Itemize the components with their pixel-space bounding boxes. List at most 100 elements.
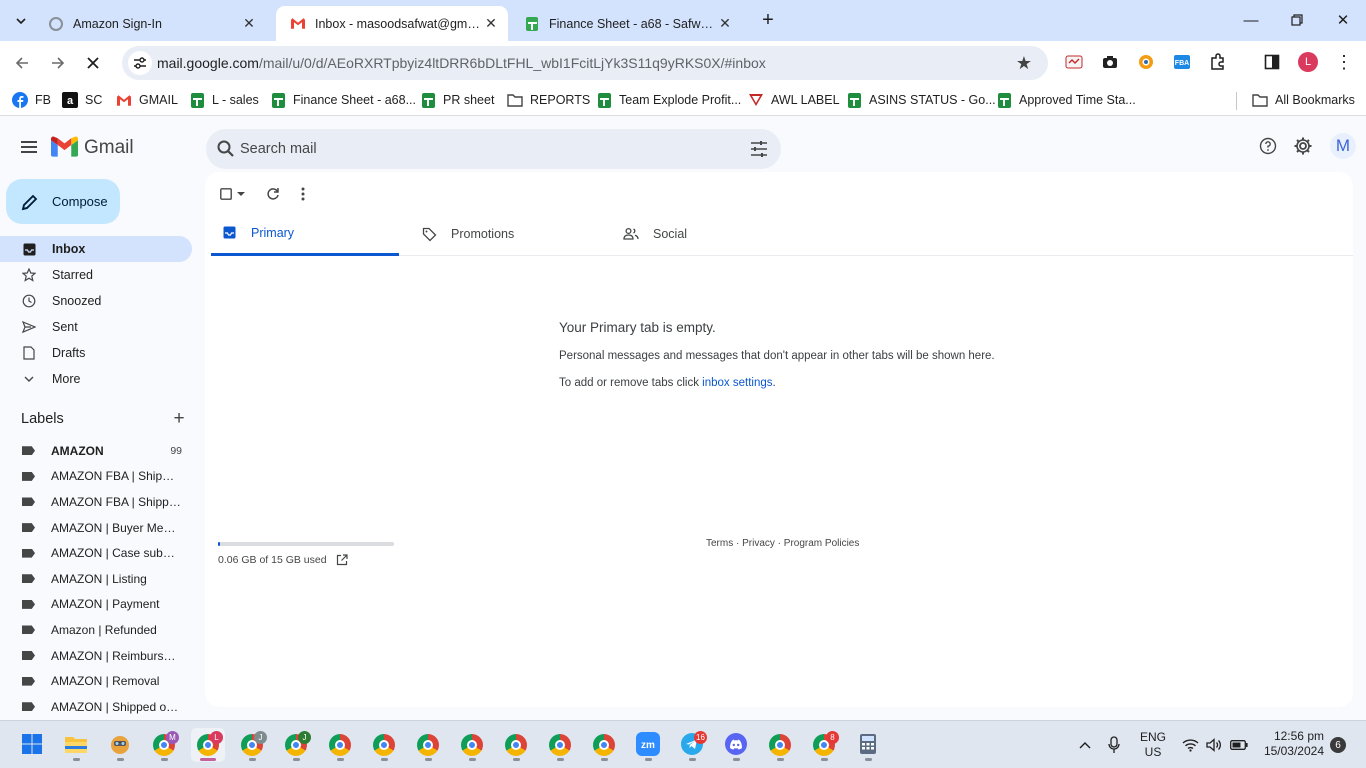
taskbar-app-chrome[interactable] bbox=[763, 728, 797, 762]
taskbar-app-chrome[interactable]: J bbox=[279, 728, 313, 762]
taskbar-app-chrome[interactable]: M bbox=[147, 728, 181, 762]
taskbar-app-start[interactable] bbox=[15, 728, 49, 762]
site-info-button[interactable] bbox=[128, 51, 152, 75]
bookmark-approved-time[interactable]: Approved Time Sta... bbox=[996, 91, 1136, 109]
bookmark-reports[interactable]: REPORTS bbox=[507, 91, 590, 109]
search-options-icon[interactable] bbox=[749, 139, 769, 159]
search-icon[interactable] bbox=[216, 139, 236, 159]
add-label-button[interactable]: + bbox=[170, 409, 188, 428]
volume-icon[interactable] bbox=[1206, 721, 1223, 768]
search-bar[interactable] bbox=[206, 129, 781, 169]
search-input[interactable] bbox=[240, 138, 720, 160]
more-vert-icon[interactable] bbox=[301, 184, 305, 204]
bookmark-sc[interactable]: a SC bbox=[62, 91, 102, 109]
taskbar-app-file-explorer[interactable] bbox=[59, 728, 93, 762]
taskbar-app-chrome[interactable] bbox=[367, 728, 401, 762]
fba-extension-icon[interactable]: FBA bbox=[1172, 52, 1192, 72]
close-icon[interactable]: ✕ bbox=[482, 15, 500, 33]
new-tab-button[interactable]: + bbox=[757, 9, 779, 31]
taskbar-app-chrome[interactable]: L bbox=[191, 728, 225, 762]
wifi-icon[interactable] bbox=[1182, 721, 1199, 768]
bookmark-finance-sheet[interactable]: Finance Sheet - a68... bbox=[270, 91, 416, 109]
bookmark-gmail[interactable]: GMAIL bbox=[116, 91, 178, 109]
sidebar-item-more[interactable]: More bbox=[0, 366, 192, 392]
profile-avatar[interactable]: L bbox=[1298, 52, 1318, 72]
select-all-checkbox[interactable] bbox=[220, 184, 245, 204]
address-bar[interactable]: mail.google.com/mail/u/0/d/AEoRXRTpbyiz4… bbox=[122, 46, 1048, 80]
label-item[interactable]: AMAZON FBA | Shipped ... bbox=[0, 489, 192, 515]
sidebar-item-inbox[interactable]: Inbox bbox=[0, 236, 192, 262]
browser-tab-inbox[interactable]: Inbox - masoodsafwat@gmail.com ✕ bbox=[276, 6, 508, 41]
more-vert-icon[interactable]: ⋮ bbox=[1334, 51, 1354, 73]
label-item[interactable]: AMAZON | Reimbursem... bbox=[0, 643, 192, 669]
compose-button[interactable]: Compose bbox=[6, 179, 120, 224]
label-item[interactable]: AMAZON | Shipped order bbox=[0, 694, 192, 720]
label-amazon[interactable]: AMAZON 99 bbox=[0, 438, 192, 464]
settings-gear-icon[interactable] bbox=[1292, 135, 1314, 157]
bookmark-fb[interactable]: FB bbox=[12, 91, 51, 109]
puzzle-extensions-icon[interactable] bbox=[1208, 52, 1228, 72]
tab-promotions[interactable]: Promotions bbox=[411, 212, 599, 256]
browser-tab-finance[interactable]: Finance Sheet - a68 - Safwat (Safwat) ✕ bbox=[510, 6, 742, 41]
sidebar-item-drafts[interactable]: Drafts bbox=[0, 340, 192, 366]
side-panel-icon[interactable] bbox=[1262, 52, 1282, 72]
caret-down-icon[interactable] bbox=[237, 191, 245, 197]
camera-extension-icon[interactable] bbox=[1100, 52, 1120, 72]
sidebar-item-sent[interactable]: Sent bbox=[0, 314, 192, 340]
orange-extension-icon[interactable] bbox=[1136, 52, 1156, 72]
refresh-icon[interactable] bbox=[266, 184, 280, 204]
taskbar-app-chrome[interactable] bbox=[411, 728, 445, 762]
tab-social[interactable]: Social bbox=[613, 212, 801, 256]
taskbar-app-chrome[interactable] bbox=[587, 728, 621, 762]
label-item[interactable]: AMAZON | Case submitt... bbox=[0, 540, 192, 566]
label-item[interactable]: Amazon | Refunded bbox=[0, 617, 192, 643]
taskbar-app-telegram[interactable]: 16 bbox=[675, 728, 709, 762]
input-language-indicator[interactable]: ENG US bbox=[1140, 721, 1166, 768]
taskbar-app-calculator[interactable] bbox=[851, 728, 885, 762]
label-item[interactable]: AMAZON FBA | Shipment... bbox=[0, 464, 192, 490]
microphone-icon[interactable] bbox=[1108, 721, 1120, 768]
sidebar-item-snoozed[interactable]: Snoozed bbox=[0, 288, 192, 314]
taskbar-app-chrome[interactable]: 8 bbox=[807, 728, 841, 762]
back-button[interactable] bbox=[9, 50, 35, 76]
help-icon[interactable] bbox=[1257, 135, 1279, 157]
taskbar-app-chrome[interactable] bbox=[543, 728, 577, 762]
taskbar-app-chrome[interactable] bbox=[455, 728, 489, 762]
close-window-button[interactable]: ✕ bbox=[1331, 8, 1355, 32]
main-menu-button[interactable] bbox=[16, 134, 42, 160]
close-icon[interactable]: ✕ bbox=[240, 15, 258, 33]
browser-tab-amazon[interactable]: Amazon Sign-In ✕ bbox=[34, 6, 266, 41]
bookmark-pr-sheet[interactable]: PR sheet bbox=[420, 91, 494, 109]
notification-badge[interactable]: 6 bbox=[1330, 737, 1346, 753]
label-item[interactable]: AMAZON | Removal bbox=[0, 668, 192, 694]
show-hidden-icons-button[interactable] bbox=[1078, 721, 1092, 768]
restore-button[interactable] bbox=[1285, 8, 1309, 32]
system-clock[interactable]: 12:56 pm 15/03/2024 bbox=[1262, 729, 1324, 759]
bookmark-awl-label[interactable]: AWL LABEL bbox=[748, 91, 840, 109]
inbox-settings-link[interactable]: inbox settings bbox=[702, 377, 772, 389]
taskbar-app-discord[interactable] bbox=[719, 728, 753, 762]
label-item[interactable]: AMAZON | Listing bbox=[0, 566, 192, 592]
close-icon[interactable]: ✕ bbox=[716, 15, 734, 33]
battery-icon[interactable] bbox=[1230, 721, 1248, 768]
sidebar-item-starred[interactable]: Starred bbox=[0, 262, 192, 288]
taskbar-app-zoom[interactable]: zm bbox=[631, 728, 665, 762]
bookmark-l-sales[interactable]: L - sales bbox=[189, 91, 259, 109]
footer-links[interactable]: Terms · Privacy · Program Policies bbox=[706, 538, 859, 549]
extension-icon[interactable] bbox=[1064, 52, 1084, 72]
tab-primary[interactable]: Primary bbox=[211, 212, 399, 256]
taskbar-app-chrome[interactable] bbox=[499, 728, 533, 762]
label-item[interactable]: AMAZON | Buyer Messa... bbox=[0, 515, 192, 541]
bookmark-team-explode[interactable]: Team Explode Profit... bbox=[596, 91, 741, 109]
storage-usage[interactable]: 0.06 GB of 15 GB used bbox=[218, 554, 348, 566]
all-bookmarks[interactable]: All Bookmarks bbox=[1252, 91, 1355, 109]
stop-loading-button[interactable] bbox=[80, 50, 106, 76]
taskbar-app-chrome[interactable]: J bbox=[235, 728, 269, 762]
account-avatar[interactable]: M bbox=[1330, 133, 1356, 159]
tab-search-button[interactable] bbox=[8, 8, 34, 34]
bookmark-asins-status[interactable]: ASINS STATUS - Go... bbox=[846, 91, 996, 109]
minimize-button[interactable]: — bbox=[1239, 8, 1263, 32]
taskbar-app-chrome[interactable] bbox=[323, 728, 357, 762]
forward-button[interactable] bbox=[45, 50, 71, 76]
taskbar-app-app[interactable] bbox=[103, 728, 137, 762]
